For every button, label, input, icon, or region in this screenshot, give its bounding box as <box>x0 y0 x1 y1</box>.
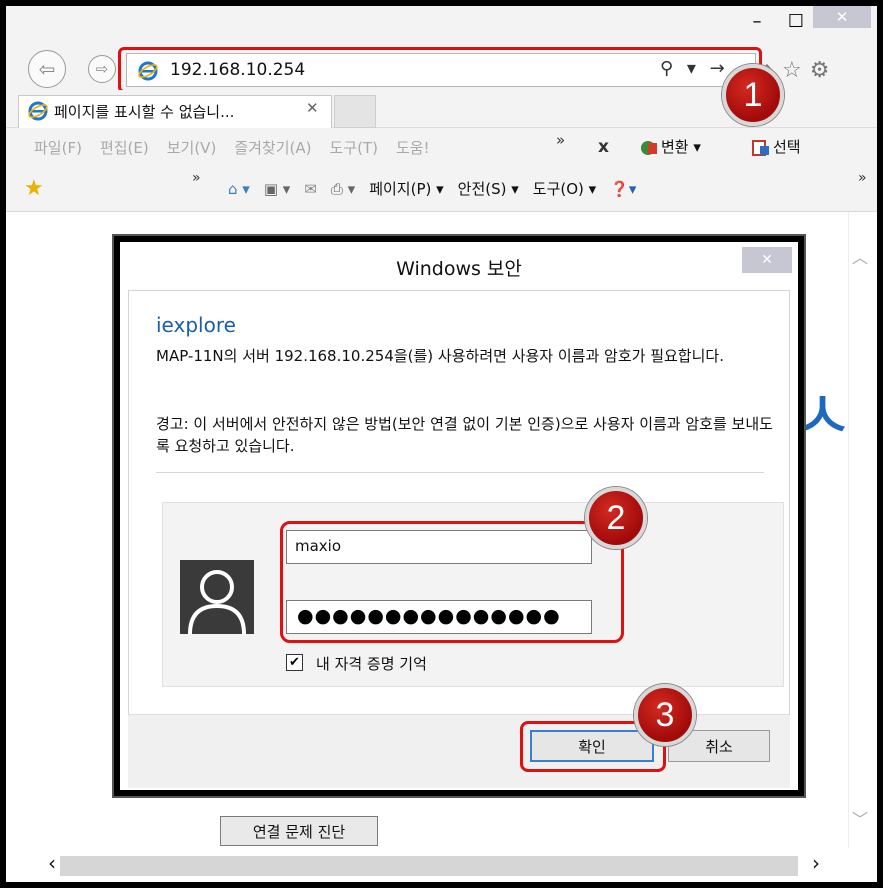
menu-close-icon[interactable]: x <box>598 137 609 157</box>
tab-close-icon[interactable]: ✕ <box>306 99 319 117</box>
maximize-button[interactable]: ☐ <box>779 8 813 34</box>
menu-items: 파일(F) 편집(E) 보기(V) 즐겨찾기(A) 도구(T) 도움! <box>34 137 430 158</box>
mail-icon[interactable]: ✉ <box>304 180 317 198</box>
menu-item-help[interactable]: 도움! <box>396 137 430 158</box>
minimize-button[interactable]: – <box>740 8 774 34</box>
dialog-title: Windows 보안 <box>396 258 522 280</box>
help-icon[interactable]: ❓▾ <box>610 180 636 198</box>
user-avatar-icon <box>180 560 254 634</box>
app-name: iexplore <box>156 313 236 337</box>
remember-credentials-label: 내 자격 증명 기억 <box>316 655 427 673</box>
favorites-star-icon[interactable]: ★ <box>24 176 44 201</box>
command-more-chevron-icon[interactable]: » <box>192 170 201 186</box>
menu-item-favorites[interactable]: 즐겨찾기(A) <box>234 137 311 158</box>
forward-button[interactable]: ⇨ <box>88 55 116 83</box>
select-icon <box>752 139 769 156</box>
address-bar-highlight <box>118 47 762 93</box>
credentials-highlight <box>280 521 624 643</box>
close-window-button[interactable]: ✕ <box>813 6 871 28</box>
menu-item-tools[interactable]: 도구(T) <box>329 137 377 158</box>
tools-menu[interactable]: 도구(O) ▾ <box>533 178 596 199</box>
safety-menu[interactable]: 안전(S) ▾ <box>458 178 519 199</box>
forward-arrow-icon: ⇨ <box>95 60 109 78</box>
callout-badge-3: 3 <box>634 684 696 746</box>
back-arrow-icon: ⇦ <box>38 57 56 81</box>
menu-item-file[interactable]: 파일(F) <box>34 137 82 158</box>
new-tab-button[interactable] <box>334 95 376 128</box>
callout-badge-2: 2 <box>585 487 647 549</box>
select-button[interactable]: 선택 <box>752 136 801 157</box>
scroll-down-icon[interactable]: ﹀ <box>852 806 868 830</box>
ie-logo-icon <box>28 101 48 121</box>
remember-credentials-checkbox[interactable]: ✔ <box>286 654 303 671</box>
menu-item-view[interactable]: 보기(V) <box>167 137 217 158</box>
scroll-right-icon[interactable]: › <box>812 851 820 875</box>
select-label: 선택 <box>773 138 801 156</box>
command-more-chevron-icon[interactable]: » <box>858 170 867 186</box>
print-icon[interactable]: ⎙ ▾ <box>331 180 355 198</box>
divider <box>156 472 764 473</box>
convert-label: 변환 ▾ <box>661 138 701 156</box>
menu-item-edit[interactable]: 편집(E) <box>100 137 149 158</box>
vertical-scrollbar[interactable] <box>848 212 877 848</box>
home-icon[interactable]: ⌂ ▾ <box>228 180 250 198</box>
menu-more-chevron-icon[interactable]: » <box>556 131 565 149</box>
command-items: ⌂ ▾ ▣ ▾ ✉ ⎙ ▾ 페이지(P) ▾ 안전(S) ▾ 도구(O) ▾ ❓… <box>228 178 636 199</box>
person-silhouette-icon <box>180 560 254 634</box>
diagnose-connection-button[interactable]: 연결 문제 진단 <box>220 816 378 846</box>
back-button[interactable]: ⇦ <box>28 50 66 88</box>
dialog-message: MAP-11N의 서버 192.168.10.254을(를) 사용하려면 사용자… <box>156 347 724 365</box>
scroll-left-icon[interactable]: ‹ <box>48 851 56 875</box>
tab-title: 페이지를 표시할 수 없습니... <box>54 103 235 121</box>
page-menu[interactable]: 페이지(P) ▾ <box>369 178 443 199</box>
convert-icon <box>641 140 657 155</box>
convert-button[interactable]: 변환 ▾ <box>640 136 701 157</box>
feeds-icon[interactable]: ▣ ▾ <box>264 180 290 198</box>
scroll-up-icon[interactable]: ︿ <box>852 244 868 268</box>
callout-badge-1: 1 <box>722 64 784 126</box>
horizontal-scroll-thumb[interactable] <box>60 856 798 876</box>
dialog-close-button[interactable]: ✕ <box>742 247 792 273</box>
dialog-warning: 경고: 이 서버에서 안전하지 않은 방법(보안 연결 없이 기본 인증)으로 … <box>156 415 773 455</box>
